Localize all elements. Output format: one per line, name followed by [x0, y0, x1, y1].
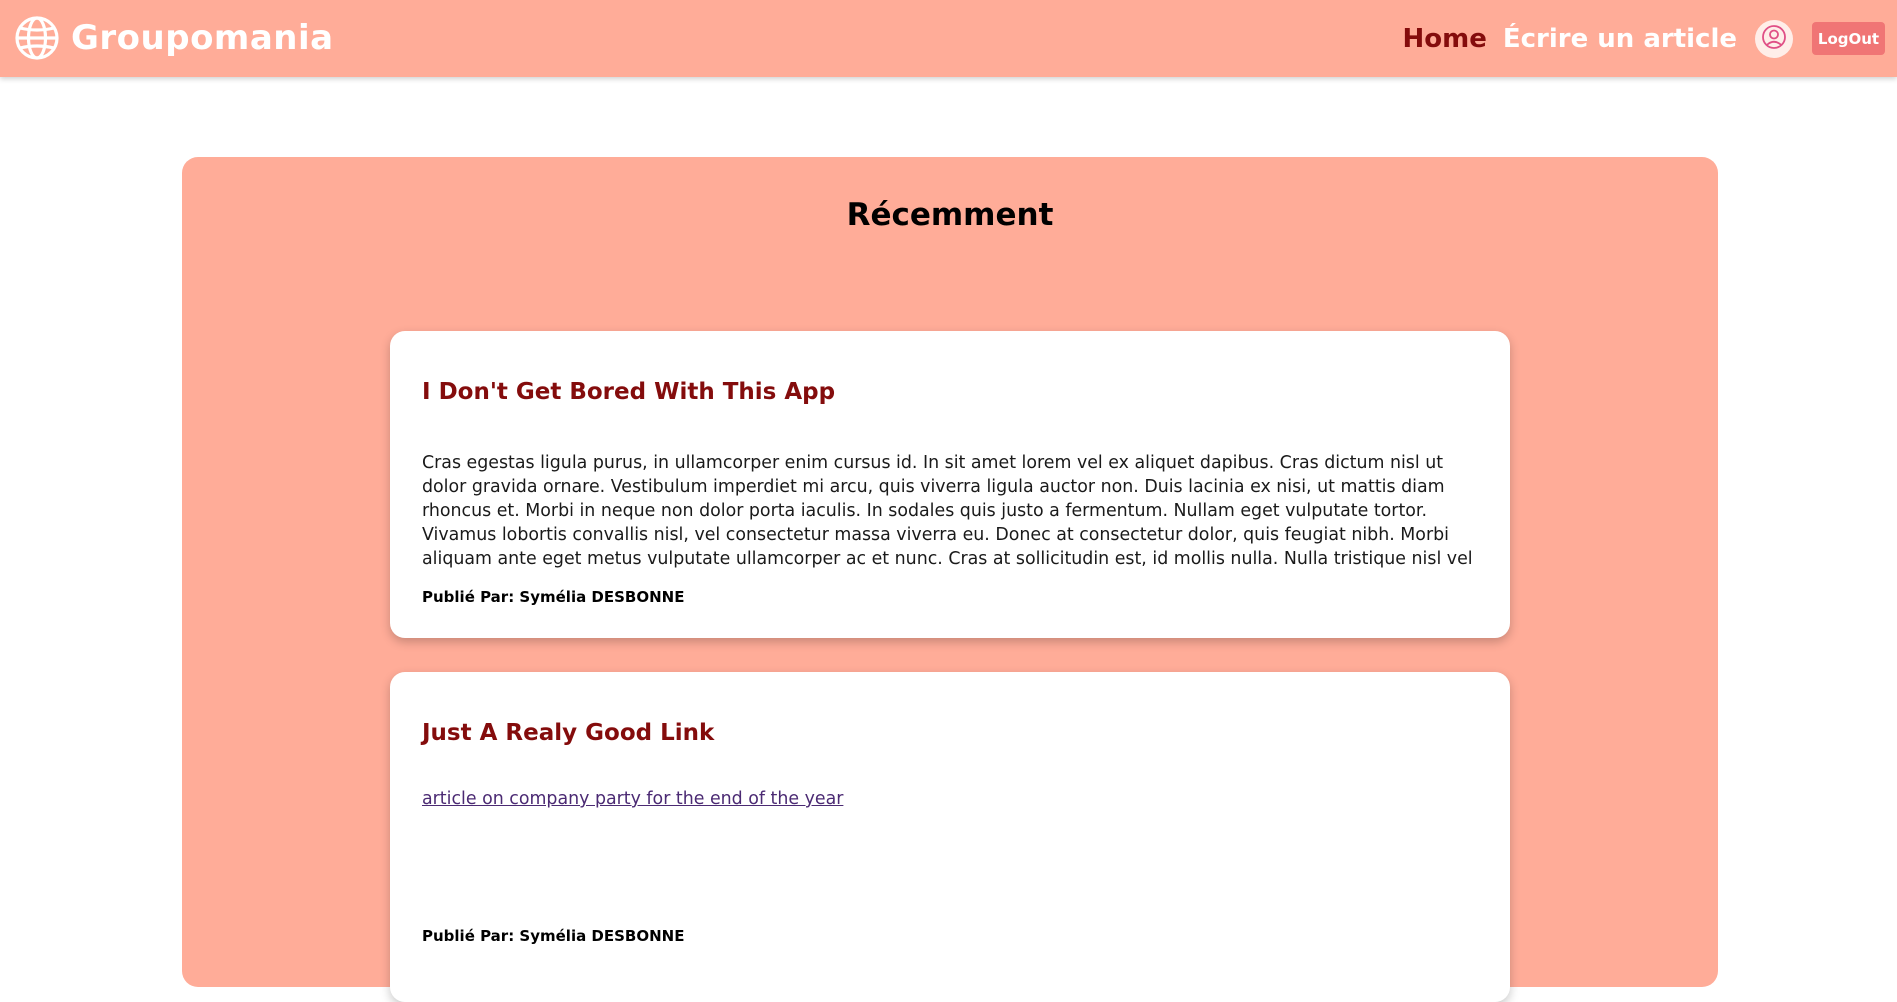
section-title: Récemment: [846, 197, 1054, 233]
post-author: Publié Par: Symélia DESBONNE: [422, 588, 685, 606]
navbar: Groupomania Home Écrire un article LogOu…: [0, 0, 1897, 77]
globe-icon: [14, 15, 60, 61]
post-card[interactable]: I Don't Get Bored With This App Cras ege…: [390, 331, 1510, 638]
nav-home-link[interactable]: Home: [1402, 24, 1486, 54]
post-card[interactable]: Just A Realy Good Link article on compan…: [390, 672, 1510, 1002]
post-title: Just A Realy Good Link: [422, 720, 715, 746]
nav-write-article-link[interactable]: Écrire un article: [1503, 24, 1737, 54]
post-title: I Don't Get Bored With This App: [422, 379, 836, 405]
logout-button[interactable]: LogOut: [1812, 22, 1885, 55]
post-body: Cras egestas ligula purus, in ullamcorpe…: [422, 453, 1473, 569]
brand-name: Groupomania: [71, 18, 334, 58]
recent-posts-panel: Récemment I Don't Get Bored With This Ap…: [182, 157, 1718, 1002]
brand[interactable]: Groupomania: [14, 12, 334, 64]
post-link[interactable]: article on company party for the end of …: [422, 789, 843, 809]
user-circle-icon: [1761, 24, 1787, 54]
post-author: Publié Par: Symélia DESBONNE: [422, 927, 685, 945]
nav-menu: Home Écrire un article LogOut: [1402, 0, 1885, 77]
profile-button[interactable]: [1755, 19, 1793, 58]
